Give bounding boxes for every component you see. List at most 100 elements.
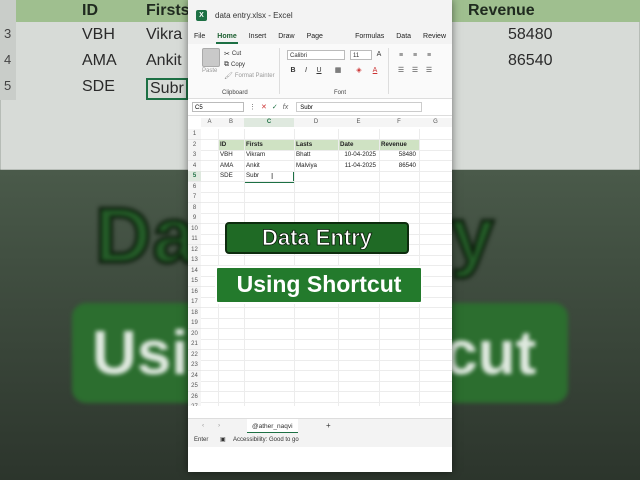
table-cell[interactable]: 58480 xyxy=(379,150,419,160)
row-header[interactable]: 19 xyxy=(188,318,201,329)
font-size-select[interactable]: 11 xyxy=(350,50,372,60)
table-cell[interactable]: AMA xyxy=(218,161,244,171)
font-name-select[interactable]: Calibri xyxy=(287,50,345,60)
accessibility-status[interactable]: Accessibility: Good to go xyxy=(233,433,299,447)
table-cell[interactable]: SDE xyxy=(218,171,244,181)
row-header[interactable]: 17 xyxy=(188,297,201,308)
table-cell[interactable]: Lasts xyxy=(294,139,338,150)
row-header[interactable]: 18 xyxy=(188,307,201,319)
more-icon[interactable]: ⋮ xyxy=(249,103,256,111)
formula-bar: C5 ⋮ ✕ ✓ fx Subr xyxy=(188,99,452,116)
row-header[interactable]: 14 xyxy=(188,265,201,277)
bg-header-revenue: Revenue xyxy=(468,2,535,19)
column-header[interactable]: C xyxy=(244,118,295,127)
row-header[interactable]: 11 xyxy=(188,234,201,245)
row-header[interactable]: 27 xyxy=(188,402,201,406)
column-header[interactable]: F xyxy=(379,118,420,127)
row-header[interactable]: 21 xyxy=(188,339,201,350)
accessibility-icon[interactable]: ▣ xyxy=(220,433,226,447)
borders-icon[interactable]: ▦ xyxy=(333,66,343,76)
formula-input[interactable]: Subr xyxy=(296,102,423,112)
grow-font-icon[interactable]: A xyxy=(374,50,384,60)
column-header[interactable]: A xyxy=(201,118,219,127)
menu-review[interactable]: Review xyxy=(417,30,452,44)
row-header[interactable]: 1 xyxy=(188,129,201,140)
row-header[interactable]: 7 xyxy=(188,192,201,203)
row-header[interactable]: 9 xyxy=(188,213,201,224)
sheet-tab-active[interactable]: @ather_naqvi xyxy=(247,419,298,434)
row-header[interactable]: 3 xyxy=(188,150,201,161)
row-header[interactable]: 26 xyxy=(188,391,201,403)
menu-page-layout[interactable]: Page Layout xyxy=(301,30,349,53)
table-cell[interactable] xyxy=(294,171,338,181)
table-cell[interactable]: Vikram xyxy=(244,150,294,160)
paste-icon[interactable] xyxy=(202,48,220,67)
table-cell[interactable]: 86540 xyxy=(379,161,419,171)
cut-button[interactable]: ✂ Cut xyxy=(224,50,241,58)
align-left-icon[interactable]: ☰ xyxy=(396,66,406,76)
italic-button[interactable]: I xyxy=(301,66,311,76)
align-bottom-icon[interactable]: ≡ xyxy=(424,51,434,61)
fill-color-icon[interactable]: ◈ xyxy=(354,66,364,76)
row-header[interactable]: 5 xyxy=(188,171,201,182)
row-header[interactable]: 20 xyxy=(188,328,201,340)
row-header[interactable]: 22 xyxy=(188,349,201,361)
column-header[interactable]: G xyxy=(419,118,452,127)
grid-line xyxy=(201,181,452,182)
align-top-icon[interactable]: ≡ xyxy=(396,51,406,61)
name-box[interactable]: C5 xyxy=(192,102,244,112)
grid-line xyxy=(201,212,452,214)
table-cell[interactable]: 10-04-2025 xyxy=(338,150,379,160)
row-header[interactable]: 13 xyxy=(188,255,201,266)
align-right-icon[interactable]: ☰ xyxy=(424,66,434,76)
copy-button[interactable]: ⧉ Copy xyxy=(224,61,245,69)
row-header[interactable]: 2 xyxy=(188,139,201,151)
table-cell[interactable] xyxy=(338,171,379,181)
table-cell[interactable] xyxy=(379,171,419,181)
align-middle-icon[interactable]: ≡ xyxy=(410,51,420,61)
table-cell[interactable]: Date xyxy=(338,139,379,150)
column-header[interactable]: E xyxy=(338,118,380,127)
row-header[interactable]: 15 xyxy=(188,276,201,287)
spreadsheet-grid[interactable]: ABCDEFG 1 2 3 4 5 6 7 8 9 10 11 12 13 14 15 16 17 18 19 20 2… xyxy=(188,116,452,406)
row-header[interactable]: 6 xyxy=(188,181,201,193)
column-header[interactable]: D xyxy=(294,118,339,127)
menu-draw[interactable]: Draw xyxy=(272,30,300,44)
column-header[interactable]: B xyxy=(218,118,245,127)
row-header[interactable]: 4 xyxy=(188,160,201,172)
row-header[interactable]: 8 xyxy=(188,202,201,214)
font-label: Font xyxy=(334,90,347,96)
row-header[interactable]: 16 xyxy=(188,286,201,298)
menu-insert[interactable]: Insert xyxy=(243,30,273,44)
menu-file[interactable]: File xyxy=(188,30,211,44)
underline-button[interactable]: U xyxy=(314,66,324,76)
menu-home[interactable]: Home xyxy=(211,30,242,44)
font-color-icon[interactable]: A xyxy=(370,66,380,76)
table-cell[interactable]: VBH xyxy=(218,150,244,160)
menu-formulas[interactable]: Formulas xyxy=(349,30,390,44)
table-cell[interactable]: Bhatt xyxy=(294,150,338,160)
enter-icon[interactable]: ✓ xyxy=(272,103,278,111)
menu-data[interactable]: Data xyxy=(390,30,417,44)
table-cell[interactable]: 11-04-2025 xyxy=(338,161,379,171)
table-cell[interactable]: Firsts xyxy=(244,139,294,150)
table-cell[interactable]: Revenue xyxy=(379,139,419,150)
table-cell[interactable]: Ankit xyxy=(244,161,294,171)
bold-button[interactable]: B xyxy=(288,66,298,76)
row-header[interactable]: 10 xyxy=(188,223,201,235)
grid-line xyxy=(201,391,452,392)
row-header[interactable]: 24 xyxy=(188,370,201,382)
row-header[interactable]: 23 xyxy=(188,360,201,371)
next-sheet-icon[interactable]: › xyxy=(218,422,220,429)
table-cell[interactable]: Malviya xyxy=(294,161,338,171)
prev-sheet-icon[interactable]: ‹ xyxy=(202,422,204,429)
paste-button[interactable]: Paste xyxy=(202,68,217,74)
insert-function-icon[interactable]: fx xyxy=(283,104,288,111)
add-sheet-button[interactable]: + xyxy=(326,421,331,430)
row-header[interactable]: 25 xyxy=(188,381,201,392)
cancel-icon[interactable]: ✕ xyxy=(261,103,267,111)
row-header[interactable]: 12 xyxy=(188,244,201,256)
table-cell[interactable]: ID xyxy=(218,139,244,150)
align-center-icon[interactable]: ☰ xyxy=(410,66,420,76)
format-painter-button[interactable]: 🖌 Format Painter xyxy=(224,72,275,80)
